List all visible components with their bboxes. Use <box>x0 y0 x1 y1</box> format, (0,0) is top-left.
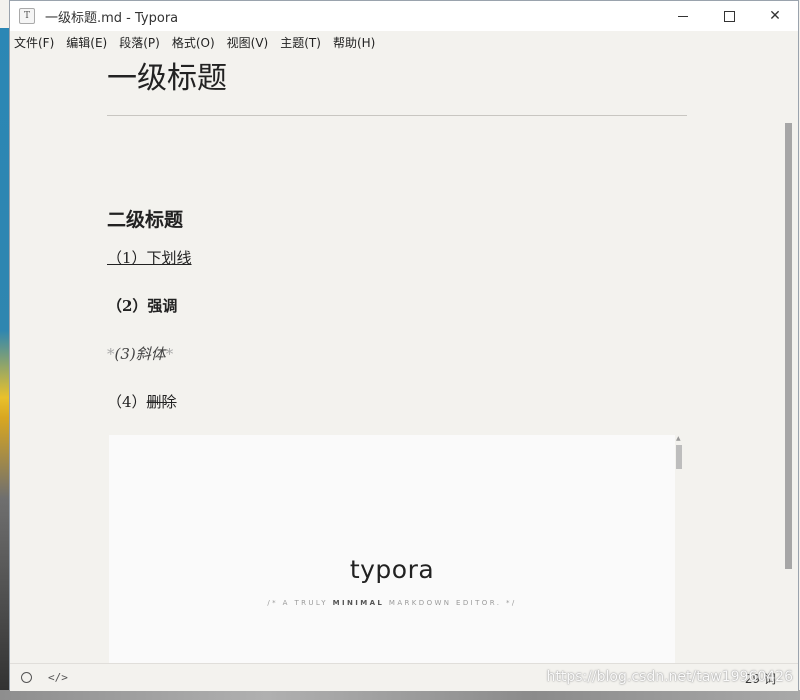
desktop-background-bottom <box>0 690 800 700</box>
code-icon[interactable]: </> <box>48 671 68 684</box>
title-bar[interactable]: T 一级标题.md - Typora ✕ <box>10 1 798 31</box>
scroll-up-icon[interactable]: ▲ <box>676 435 681 442</box>
menu-view[interactable]: 视图(V) <box>221 34 275 51</box>
menu-edit[interactable]: 编辑(E) <box>60 34 113 51</box>
heading-1-rule <box>107 115 687 116</box>
heading-2[interactable]: 二级标题 <box>107 205 183 232</box>
status-bar: </> 29 词 https://blog.csdn.net/taw199604… <box>10 663 798 691</box>
maximize-icon <box>723 10 735 22</box>
minimize-icon <box>678 15 688 17</box>
typora-icon: T <box>19 8 35 24</box>
image-scroll-thumb[interactable] <box>676 445 682 469</box>
minimize-button[interactable] <box>660 1 706 31</box>
italic-paragraph[interactable]: *(3)斜体* <box>107 343 173 364</box>
maximize-button[interactable] <box>706 1 752 31</box>
strikethrough-paragraph[interactable]: （4）删除 <box>107 391 177 412</box>
italic-marker-close: * <box>165 345 174 363</box>
menu-paragraph[interactable]: 段落(P) <box>113 34 166 51</box>
image-scrollbar[interactable]: ▲ <box>676 435 683 663</box>
underline-paragraph[interactable]: （1）下划线 <box>107 247 192 268</box>
typora-tagline: /* A TRULY MINIMAL MARKDOWN EDITOR. */ <box>267 599 517 607</box>
circle-icon <box>20 672 32 683</box>
close-button[interactable]: ✕ <box>752 1 798 31</box>
italic-marker-open: * <box>107 345 115 363</box>
embedded-image[interactable]: typora /* A TRULY MINIMAL MARKDOWN EDITO… <box>109 435 675 663</box>
strike-prefix: （4） <box>107 393 147 411</box>
editor-area[interactable]: 一级标题 二级标题 （1）下划线 （2）强调 *(3)斜体* （4）删除 typ… <box>10 53 786 663</box>
window-title: 一级标题.md - Typora <box>45 10 179 26</box>
csdn-watermark: https://blog.csdn.net/taw19960426 <box>546 669 793 685</box>
editor-scroll-thumb[interactable] <box>785 123 792 569</box>
italic-text: (3)斜体 <box>114 345 166 363</box>
outline-toggle-button[interactable] <box>16 668 36 688</box>
menu-bar: 文件(F) 编辑(E) 段落(P) 格式(O) 视图(V) 主题(T) 帮助(H… <box>10 31 798 53</box>
heading-1[interactable]: 一级标题 <box>107 53 227 97</box>
typora-window: T 一级标题.md - Typora ✕ 文件(F) 编辑(E) 段落(P) 格… <box>9 0 799 691</box>
menu-help[interactable]: 帮助(H) <box>327 34 381 51</box>
close-icon: ✕ <box>769 8 781 24</box>
menu-file[interactable]: 文件(F) <box>10 34 60 51</box>
strike-text: 删除 <box>146 393 177 411</box>
menu-theme[interactable]: 主题(T) <box>274 34 327 51</box>
window-controls: ✕ <box>660 1 798 31</box>
typora-logo-text: typora <box>349 555 435 584</box>
bold-paragraph[interactable]: （2）强调 <box>107 295 177 316</box>
desktop-background <box>0 28 9 700</box>
menu-format[interactable]: 格式(O) <box>166 34 221 51</box>
